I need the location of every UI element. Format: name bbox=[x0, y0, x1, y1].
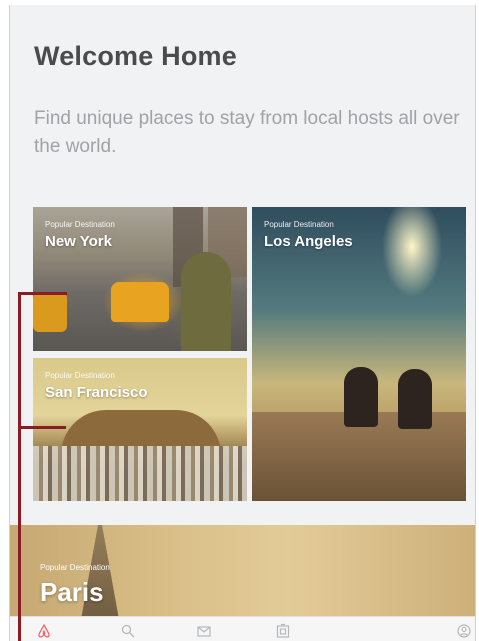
tab-trips[interactable] bbox=[273, 621, 293, 641]
photo-detail bbox=[33, 446, 247, 501]
page-title: Welcome Home bbox=[34, 41, 237, 71]
destination-kicker: Popular Destination bbox=[40, 563, 110, 572]
destination-kicker: Popular Destination bbox=[45, 220, 115, 229]
message-icon bbox=[197, 626, 211, 637]
photo-detail bbox=[111, 282, 169, 322]
trips-icon bbox=[276, 623, 290, 638]
photo-detail bbox=[80, 525, 120, 625]
photo-detail bbox=[344, 367, 378, 427]
tab-explore[interactable] bbox=[34, 621, 54, 641]
callout-line bbox=[18, 426, 66, 429]
callout-line bbox=[18, 292, 67, 295]
photo-detail bbox=[33, 292, 67, 332]
airbnb-logo-icon bbox=[38, 623, 50, 638]
destination-card-new-york[interactable]: Popular Destination New York bbox=[33, 207, 247, 351]
destination-name: Los Angeles bbox=[264, 233, 353, 250]
profile-icon bbox=[457, 624, 471, 638]
destination-card-paris[interactable]: Popular Destination Paris bbox=[10, 525, 475, 625]
destination-card-san-francisco[interactable]: Popular Destination San Francisco bbox=[33, 358, 247, 501]
tab-profile[interactable] bbox=[454, 621, 474, 641]
tab-search[interactable] bbox=[118, 621, 138, 641]
destination-kicker: Popular Destination bbox=[45, 371, 115, 380]
page-subtitle: Find unique places to stay from local ho… bbox=[34, 108, 460, 157]
photo-detail bbox=[398, 369, 432, 429]
destination-name: Paris bbox=[40, 577, 104, 607]
destination-kicker: Popular Destination bbox=[264, 220, 334, 229]
photo-detail bbox=[181, 252, 231, 351]
search-icon bbox=[121, 624, 135, 638]
destination-name: New York bbox=[45, 233, 112, 250]
destination-name: San Francisco bbox=[45, 384, 148, 401]
tab-messages[interactable] bbox=[194, 621, 214, 641]
callout-line bbox=[18, 292, 21, 641]
app-screen: Welcome Home Find unique places to stay … bbox=[9, 5, 476, 641]
tab-bar bbox=[10, 616, 475, 641]
destination-card-los-angeles[interactable]: Popular Destination Los Angeles bbox=[252, 207, 466, 501]
